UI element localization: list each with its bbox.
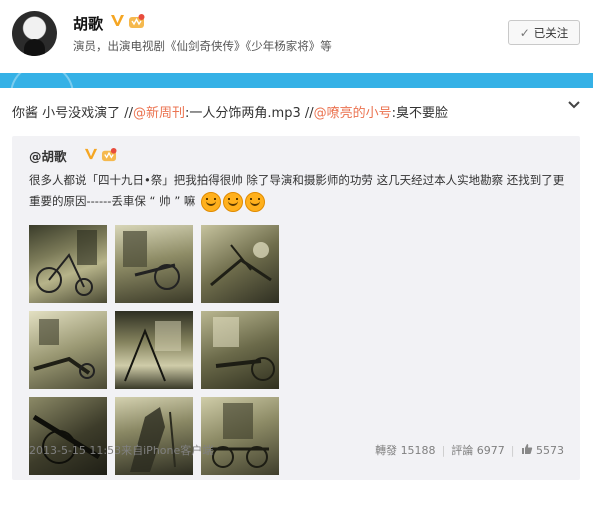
thumbs-up-icon: [521, 444, 532, 454]
comment-action[interactable]: 評論 6977: [451, 442, 505, 458]
separator: |: [441, 443, 446, 457]
post-time[interactable]: 2013-5-15 11:53: [29, 444, 121, 457]
photo-thumb[interactable]: [29, 225, 107, 303]
user-description: 演员，出演电视剧《仙剑奇侠传》《少年杨家将》等: [73, 39, 332, 53]
separator: |: [510, 443, 515, 457]
follow-button[interactable]: ✓ 已关注: [508, 20, 580, 45]
photo-thumb[interactable]: [201, 311, 279, 389]
post-text-part: 你酱 小号没戏演了 //: [12, 106, 134, 121]
photo-thumb[interactable]: [201, 397, 279, 475]
post-text-part: :一人分饰两角.mp3 //: [185, 106, 314, 121]
forward-count: 15188: [400, 444, 436, 457]
post-text: 你酱 小号没戏演了 //@新周刊:一人分饰两角.mp3 //@嘹亮的小号:臭不要…: [12, 102, 448, 121]
photo-thumb[interactable]: [115, 225, 193, 303]
photo-thumb[interactable]: [201, 225, 279, 303]
photo-thumb[interactable]: [115, 311, 193, 389]
profile-header: 胡歌 演员，出演电视剧《仙剑奇侠传》《少年杨家将》等 ✓ 已关注: [0, 0, 593, 73]
verified-v-icon: [111, 15, 124, 26]
vip-crown-icon: [129, 14, 145, 28]
follow-label: 已关注: [533, 25, 569, 40]
comment-count: 6977: [476, 444, 505, 457]
like-count: 5573: [536, 444, 564, 457]
avatar[interactable]: [12, 11, 57, 56]
comment-label: 評論: [451, 444, 474, 457]
post-actions: 轉發 15188 | 評論 6977 | 5573: [375, 442, 564, 458]
verified-v-icon: [84, 148, 98, 160]
like-action[interactable]: 5573: [521, 443, 564, 457]
weibo-card: 你酱 小号没戏演了 //@新周刊:一人分饰两角.mp3 //@嘹亮的小号:臭不要…: [0, 88, 593, 505]
mention-link[interactable]: @新周刊: [133, 106, 185, 121]
post-source[interactable]: 来自iPhone客户端: [121, 444, 213, 457]
smile-emoji-icon: [223, 191, 244, 212]
repost-text-body: 很多人都说「四十九日•祭」把我拍得很帅 除了导演和摄影师的功劳 这几天经过本人实…: [29, 173, 565, 208]
repost-box: @胡歌 很多人都说「四十九日•祭」把我拍得很帅 除了导演和摄影师的功劳 这几天经…: [12, 136, 580, 480]
vip-crown-icon: [101, 147, 117, 162]
photo-thumb[interactable]: [29, 311, 107, 389]
photo-thumb[interactable]: [29, 397, 107, 475]
mention-link[interactable]: @嘹亮的小号: [314, 106, 392, 121]
photo-thumb[interactable]: [115, 397, 193, 475]
post-timestamp: 2013-5-15 11:53来自iPhone客户端: [29, 442, 213, 458]
post-text-part: :臭不要脸: [391, 106, 449, 121]
smile-emoji-icon: [245, 191, 266, 212]
user-name[interactable]: 胡歌: [73, 13, 103, 34]
forward-action[interactable]: 轉發 15188: [375, 442, 436, 458]
repost-author[interactable]: @胡歌: [29, 149, 67, 164]
repost-author-line: @胡歌: [29, 146, 67, 165]
header-divider-bar: [0, 63, 593, 127]
smile-emoji-icon: [201, 191, 222, 212]
check-icon: ✓: [519, 25, 530, 40]
forward-label: 轉發: [375, 444, 398, 457]
chevron-down-icon[interactable]: [567, 98, 581, 112]
repost-text: 很多人都说「四十九日•祭」把我拍得很帅 除了导演和摄影师的功劳 这几天经过本人实…: [29, 170, 569, 212]
